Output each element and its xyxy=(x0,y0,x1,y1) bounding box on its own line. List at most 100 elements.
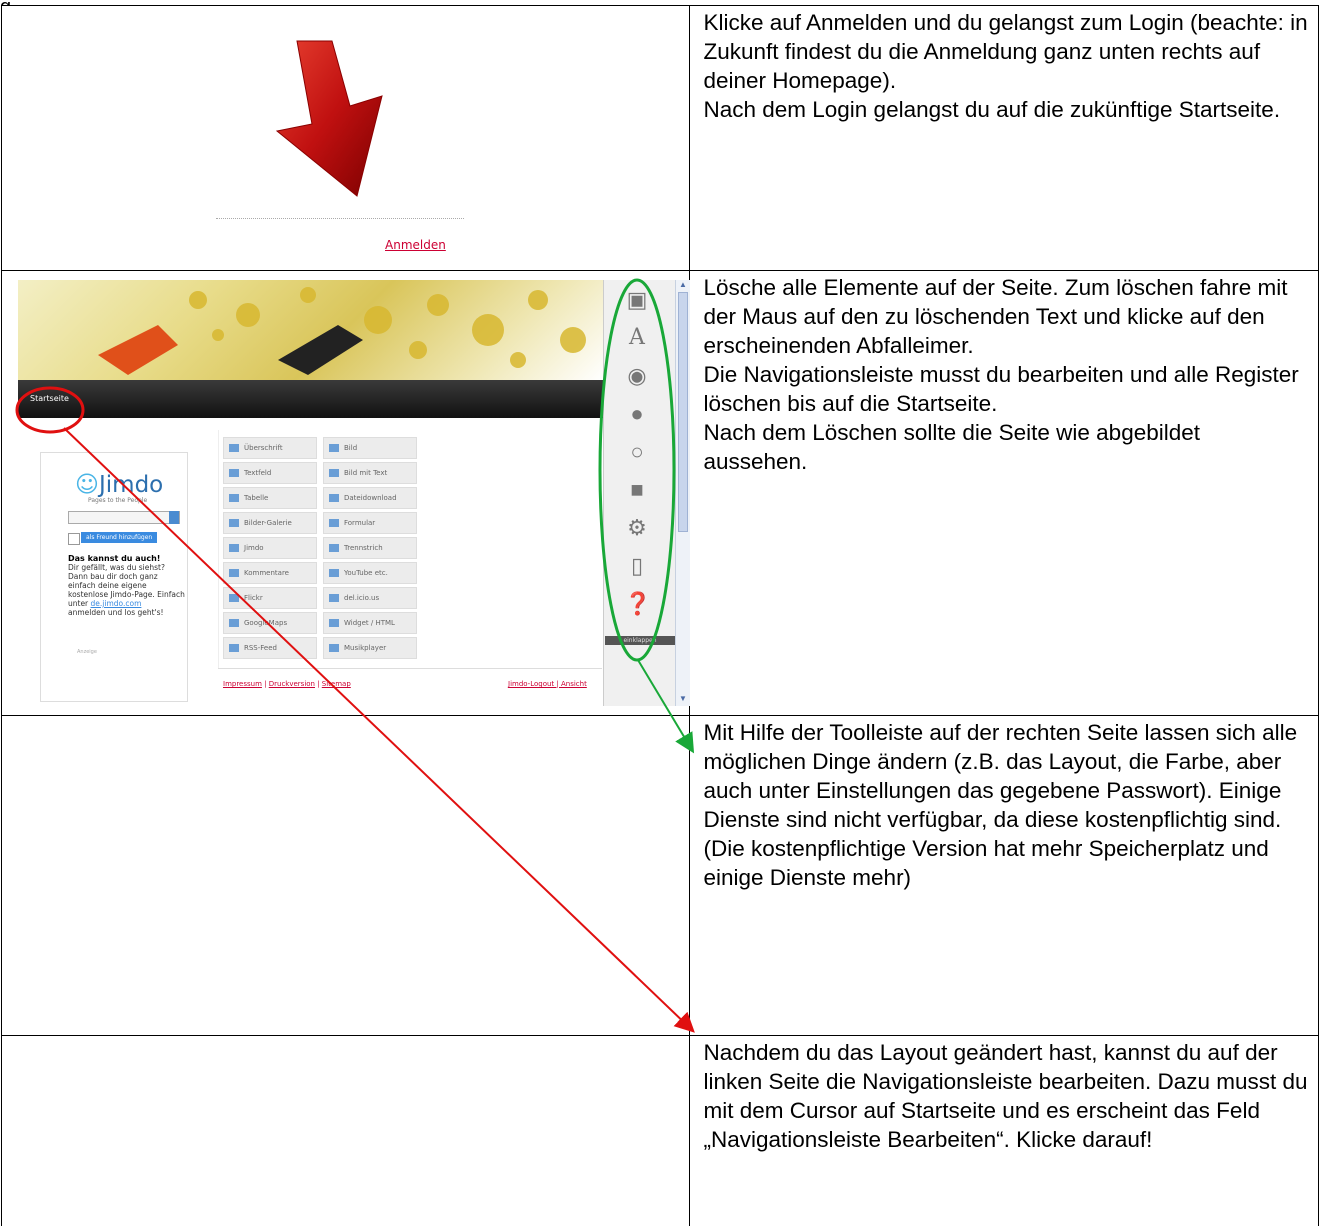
promo-text: Das kannst du auch! Dir gefällt, was du … xyxy=(68,554,185,617)
dotted-divider xyxy=(216,218,464,219)
element-button[interactable]: Dateidownload xyxy=(323,487,417,509)
element-button-label: Flickr xyxy=(244,594,263,602)
element-button[interactable]: del.icio.us xyxy=(323,587,417,609)
element-button-label: Überschrift xyxy=(244,444,283,452)
element-button-label: Widget / HTML xyxy=(344,619,395,627)
element-type-icon xyxy=(229,594,239,602)
red-arrow-icon xyxy=(232,36,422,211)
element-button-label: Trennstrich xyxy=(344,544,383,552)
table-row-1: Anmelden Klicke auf Anmelden und du gela… xyxy=(0,5,1319,271)
element-button[interactable]: Überschrift xyxy=(223,437,317,459)
login-cell: Anmelden xyxy=(0,5,691,271)
element-button[interactable]: Flickr xyxy=(223,587,317,609)
delete-text-1: Lösche alle Elemente auf der Seite. Zum … xyxy=(703,275,1288,358)
logout-links[interactable]: Jimdo-Logout | Ansicht xyxy=(508,680,587,688)
empty-cell-4 xyxy=(0,1035,691,1226)
element-button[interactable]: Widget / HTML xyxy=(323,612,417,634)
users-icon[interactable]: ● xyxy=(624,402,650,426)
element-button-label: Formular xyxy=(344,519,376,527)
font-icon[interactable]: A xyxy=(624,326,650,350)
element-type-icon xyxy=(329,494,339,502)
element-button-label: Kommentare xyxy=(244,569,289,577)
element-button[interactable]: GoogleMaps xyxy=(223,612,317,634)
element-button-label: Jimdo xyxy=(244,544,264,552)
element-type-icon xyxy=(329,469,339,477)
element-button-label: Bilder-Galerie xyxy=(244,519,292,527)
element-button-label: Musikplayer xyxy=(344,644,387,652)
stats-icon[interactable]: ▯ xyxy=(624,554,650,578)
element-type-icon xyxy=(229,494,239,502)
empty-cell-3 xyxy=(0,715,691,1036)
sidebar-input[interactable] xyxy=(68,511,180,524)
element-button[interactable]: Formular xyxy=(323,512,417,534)
element-type-icon xyxy=(229,644,239,652)
element-type-icon xyxy=(229,519,239,527)
element-button[interactable]: Tabelle xyxy=(223,487,317,509)
delete-instructions: Lösche alle Elemente auf der Seite. Zum … xyxy=(689,270,1319,716)
header-banner xyxy=(18,280,603,380)
navigation-instructions: Nachdem du das Layout geändert hast, kan… xyxy=(689,1035,1319,1226)
instruction-table: Anmelden Klicke auf Anmelden und du gela… xyxy=(0,5,1319,1226)
impressum-link[interactable]: Impressum xyxy=(223,680,262,688)
element-button-label: Tabelle xyxy=(244,494,269,502)
element-type-icon xyxy=(229,444,239,452)
footer-divider xyxy=(218,668,602,669)
sidebar-dropdown-button[interactable] xyxy=(169,511,179,524)
element-button-label: YouTube etc. xyxy=(344,569,388,577)
collapse-button[interactable]: einklappen xyxy=(605,636,675,645)
element-type-icon xyxy=(329,519,339,527)
element-button-label: Bild mit Text xyxy=(344,469,388,477)
element-type-icon xyxy=(329,544,339,552)
element-button-label: Dateidownload xyxy=(344,494,397,502)
sidebar-widget: ☺Jimdo Pages to the People als Freund hi… xyxy=(40,452,188,702)
friend-button[interactable]: als Freund hinzufügen xyxy=(81,532,158,543)
login-text-1: Klicke auf Anmelden und du gelangst zum … xyxy=(703,10,1308,93)
element-type-icon xyxy=(329,619,339,627)
element-button[interactable]: YouTube etc. xyxy=(323,562,417,584)
element-button-label: RSS-Feed xyxy=(244,644,277,652)
delete-text-3: Nach dem Löschen sollte die Seite wie ab… xyxy=(703,420,1201,474)
navigation-text: Nachdem du das Layout geändert hast, kan… xyxy=(703,1040,1308,1152)
toolbar-instructions: Mit Hilfe der Toolleiste auf der rechten… xyxy=(689,715,1319,1036)
scroll-down-icon[interactable]: ▼ xyxy=(678,694,688,704)
login-text-2: Nach dem Login gelangst du auf die zukün… xyxy=(703,97,1281,122)
sitemap-link[interactable]: Sitemap xyxy=(322,680,351,688)
layout-icon[interactable]: ▣ xyxy=(624,288,650,312)
ad-label: Anzeige xyxy=(77,649,97,655)
element-button-label: Bild xyxy=(344,444,358,452)
element-type-icon xyxy=(229,544,239,552)
chat-icon[interactable]: ○ xyxy=(624,440,650,464)
help-icon[interactable]: ❓ xyxy=(624,592,651,616)
element-button[interactable]: Bild mit Text xyxy=(323,462,417,484)
element-type-icon xyxy=(329,644,339,652)
element-button[interactable]: Bild xyxy=(323,437,417,459)
element-button[interactable]: Bilder-Galerie xyxy=(223,512,317,534)
friend-checkbox[interactable] xyxy=(68,533,80,545)
table-row-2: Startseite ☺Jimdo Pages to the People al… xyxy=(0,270,1319,716)
settings-icon[interactable]: ⚙ xyxy=(624,516,650,540)
element-button[interactable]: RSS-Feed xyxy=(223,637,317,659)
element-button[interactable]: Trennstrich xyxy=(323,537,417,559)
nav-item-startseite[interactable]: Startseite xyxy=(30,394,69,403)
element-button[interactable]: Textfeld xyxy=(223,462,317,484)
sound-icon[interactable]: ◉ xyxy=(624,364,650,388)
element-type-icon xyxy=(329,444,339,452)
druckversion-link[interactable]: Druckversion xyxy=(269,680,315,688)
jimdo-logo: ☺Jimdo xyxy=(75,472,164,498)
scroll-thumb[interactable] xyxy=(678,292,688,532)
table-row-4: Nachdem du das Layout geändert hast, kan… xyxy=(0,1035,1319,1226)
element-button-label: Textfeld xyxy=(244,469,272,477)
anmelden-link[interactable]: Anmelden xyxy=(385,238,446,252)
element-button-label: GoogleMaps xyxy=(244,619,288,627)
logo-tagline: Pages to the People xyxy=(88,497,148,504)
element-type-icon xyxy=(329,569,339,577)
vertical-scrollbar[interactable]: ▲ ▼ xyxy=(675,280,690,706)
scroll-up-icon[interactable]: ▲ xyxy=(678,280,688,290)
element-button[interactable]: Jimdo xyxy=(223,537,317,559)
toolbar-text: Mit Hilfe der Toolleiste auf der rechten… xyxy=(703,720,1298,890)
element-button[interactable]: Kommentare xyxy=(223,562,317,584)
element-button[interactable]: Musikplayer xyxy=(323,637,417,659)
box-icon[interactable]: ■ xyxy=(624,478,650,502)
login-instructions: Klicke auf Anmelden und du gelangst zum … xyxy=(689,5,1319,271)
promo-link[interactable]: de.jimdo.com xyxy=(91,599,142,608)
